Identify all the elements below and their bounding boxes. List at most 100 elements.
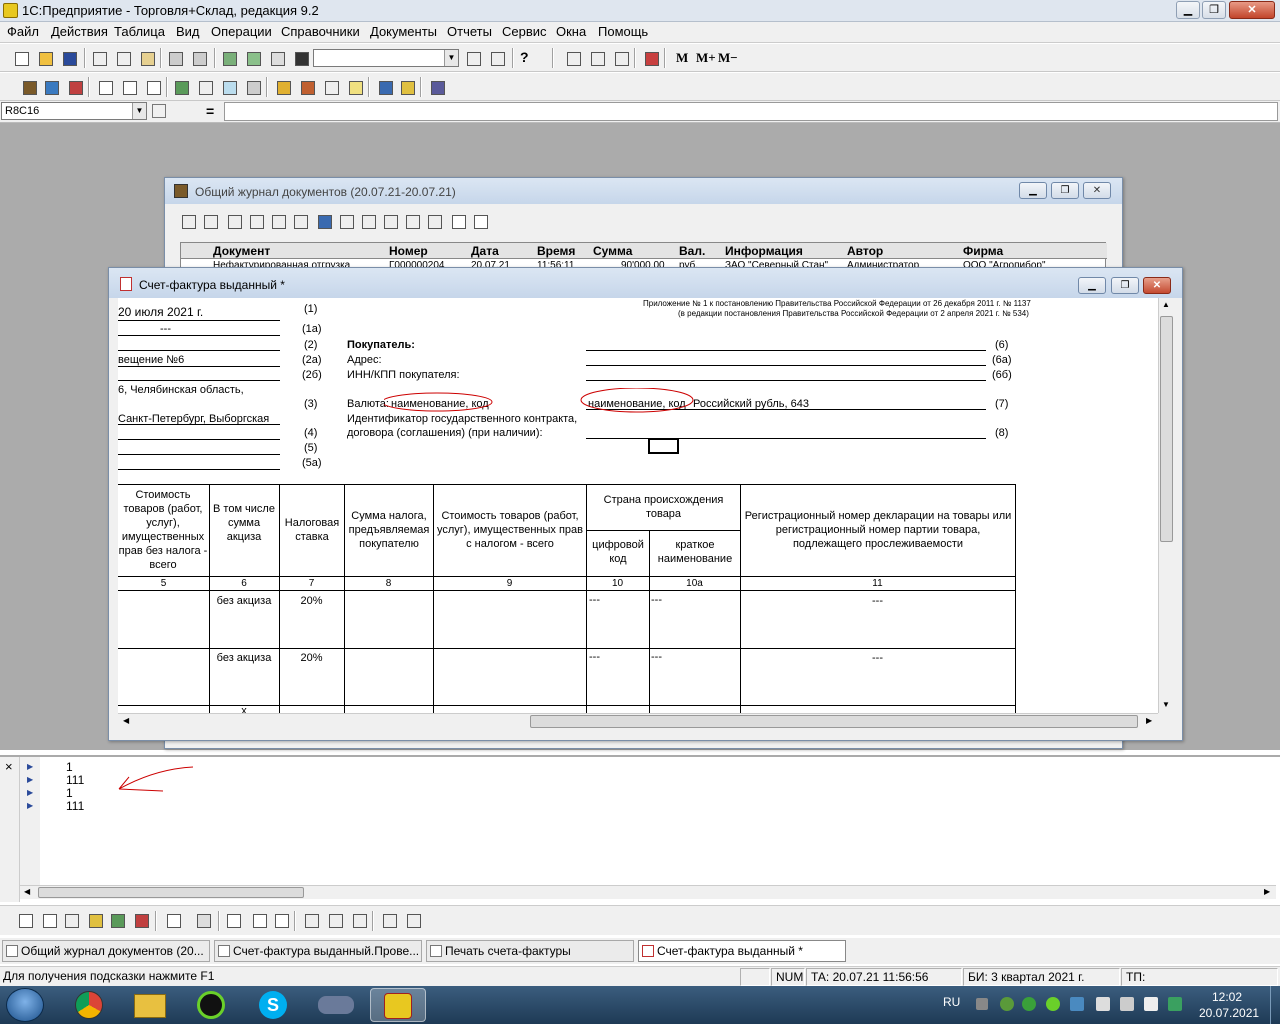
grid-icon[interactable] xyxy=(194,911,212,929)
journal-col-author[interactable]: Автор xyxy=(847,244,883,258)
scroll-thumb[interactable] xyxy=(1160,316,1173,542)
country-code-cell[interactable]: --- xyxy=(589,651,600,663)
settings-icon[interactable] xyxy=(428,78,446,96)
truck-icon[interactable] xyxy=(298,78,316,96)
clock-time[interactable]: 12:02 xyxy=(1212,990,1242,1004)
delete-icon[interactable] xyxy=(380,911,398,929)
select-icon[interactable] xyxy=(164,911,182,929)
close-icon[interactable]: × xyxy=(5,759,13,774)
invoice-maximize-button[interactable]: ❐ xyxy=(1111,277,1139,294)
edit-icon[interactable] xyxy=(201,212,219,230)
delete-icon[interactable] xyxy=(269,212,287,230)
search-combo[interactable]: ▼ xyxy=(313,49,459,67)
journal-icon[interactable] xyxy=(66,78,84,96)
preview-icon[interactable] xyxy=(166,49,184,67)
invoice-vertical-scrollbar[interactable]: ▲ ▼ xyxy=(1158,298,1174,713)
journal-maximize-button[interactable]: ❐ xyxy=(1051,182,1079,199)
search-icon[interactable] xyxy=(225,212,243,230)
scroll-left-icon[interactable]: ◀ xyxy=(123,716,129,725)
scroll-right-icon[interactable]: ▶ xyxy=(1146,716,1152,725)
diagram-icon[interactable] xyxy=(132,911,150,929)
folder-icon[interactable] xyxy=(398,78,416,96)
warehouse-icon[interactable] xyxy=(172,78,190,96)
new-icon[interactable] xyxy=(12,49,30,67)
arrow-icon[interactable] xyxy=(425,212,443,230)
help-icon[interactable] xyxy=(449,212,467,230)
icq-taskbar-button[interactable] xyxy=(184,988,240,1022)
journal-close-button[interactable]: ✕ xyxy=(1083,182,1111,199)
seller-address[interactable]: 6, Челябинская область, xyxy=(118,384,244,396)
tray-icon[interactable] xyxy=(976,998,988,1010)
menu-view[interactable]: Вид xyxy=(175,24,201,39)
cash-icon[interactable] xyxy=(244,78,262,96)
start-button[interactable] xyxy=(6,988,44,1022)
selected-cell[interactable] xyxy=(648,438,679,454)
seller-name[interactable]: вещение №6 xyxy=(118,354,184,366)
equals-button[interactable]: = xyxy=(206,103,214,119)
excise-cell[interactable]: без акциза xyxy=(209,651,279,665)
show-desktop-button[interactable] xyxy=(1270,986,1280,1024)
tax-rate-cell[interactable]: 20% xyxy=(279,594,344,608)
language-indicator[interactable]: RU xyxy=(943,995,960,1009)
freeze-icon[interactable] xyxy=(404,911,422,929)
register-icon[interactable] xyxy=(196,78,214,96)
message-line[interactable]: 1 xyxy=(66,786,73,800)
journal-col-date[interactable]: Дата xyxy=(471,244,499,258)
cell-reference-input[interactable]: R8C16 ▼ xyxy=(1,102,147,120)
table-icon[interactable] xyxy=(220,78,238,96)
calendar2-icon[interactable] xyxy=(588,49,606,67)
pin-icon[interactable] xyxy=(152,104,166,118)
undo-icon[interactable] xyxy=(244,49,262,67)
pointer-help-icon[interactable] xyxy=(471,212,489,230)
message-line[interactable]: 1 xyxy=(66,760,73,774)
country-code-cell[interactable]: --- xyxy=(589,594,600,606)
split-icon[interactable] xyxy=(326,911,344,929)
save-icon[interactable] xyxy=(60,49,78,67)
volume-icon[interactable] xyxy=(1096,997,1110,1011)
memory-add-button[interactable]: M+ xyxy=(696,50,716,66)
tab-invoice-post[interactable]: Счет-фактура выданный.Прове... xyxy=(214,940,422,962)
bracket-close-icon[interactable] xyxy=(250,911,268,929)
invoice-minimize-button[interactable]: ▁ xyxy=(1078,277,1106,294)
minimize-button[interactable]: ▁ xyxy=(1176,1,1200,19)
merge-icon[interactable] xyxy=(302,911,320,929)
invoice-icon[interactable] xyxy=(96,78,114,96)
documents-icon[interactable] xyxy=(42,78,60,96)
open-icon[interactable] xyxy=(36,49,54,67)
skype-taskbar-button[interactable]: S xyxy=(246,988,302,1022)
app-taskbar-button[interactable] xyxy=(308,988,364,1022)
journal-col-sum[interactable]: Сумма xyxy=(593,244,632,258)
tray-icon[interactable] xyxy=(1070,997,1084,1011)
copy-icon[interactable] xyxy=(114,49,132,67)
message-scrollbar[interactable]: ◀ ▶ xyxy=(20,885,1276,899)
invoice-close-button[interactable]: ✕ xyxy=(1143,277,1171,294)
find-next-icon[interactable] xyxy=(464,49,482,67)
ruler-icon[interactable] xyxy=(350,911,368,929)
help-icon[interactable]: ? xyxy=(520,49,529,65)
menu-operations[interactable]: Операции xyxy=(210,24,273,39)
ole-icon[interactable] xyxy=(108,911,126,929)
excise-cell[interactable]: без акциза xyxy=(209,594,279,608)
tab-journal[interactable]: Общий журнал документов (20... xyxy=(2,940,210,962)
clock-date[interactable]: 20.07.2021 xyxy=(1199,1006,1259,1020)
journal-minimize-button[interactable]: ▁ xyxy=(1019,182,1047,199)
scroll-right-icon[interactable]: ▶ xyxy=(1264,887,1270,896)
scroll-down-icon[interactable]: ▼ xyxy=(1162,700,1170,709)
menu-file[interactable]: Файл xyxy=(6,24,40,39)
close-button[interactable]: ✕ xyxy=(1229,1,1275,19)
book-icon[interactable] xyxy=(642,49,660,67)
post-icon[interactable] xyxy=(291,212,309,230)
interval-icon[interactable] xyxy=(315,212,333,230)
scroll-thumb[interactable] xyxy=(530,715,1138,728)
books-icon[interactable] xyxy=(20,78,38,96)
filter-icon[interactable] xyxy=(337,212,355,230)
menu-references[interactable]: Справочники xyxy=(280,24,361,39)
globe-icon[interactable] xyxy=(376,78,394,96)
calendar-icon[interactable] xyxy=(220,49,238,67)
journal-col-document[interactable]: Документ xyxy=(213,244,270,258)
chart-icon[interactable] xyxy=(346,78,364,96)
menu-table[interactable]: Таблица xyxy=(113,24,166,39)
menu-help[interactable]: Помощь xyxy=(597,24,649,39)
menu-actions[interactable]: Действия xyxy=(50,24,109,39)
menu-documents[interactable]: Документы xyxy=(369,24,438,39)
